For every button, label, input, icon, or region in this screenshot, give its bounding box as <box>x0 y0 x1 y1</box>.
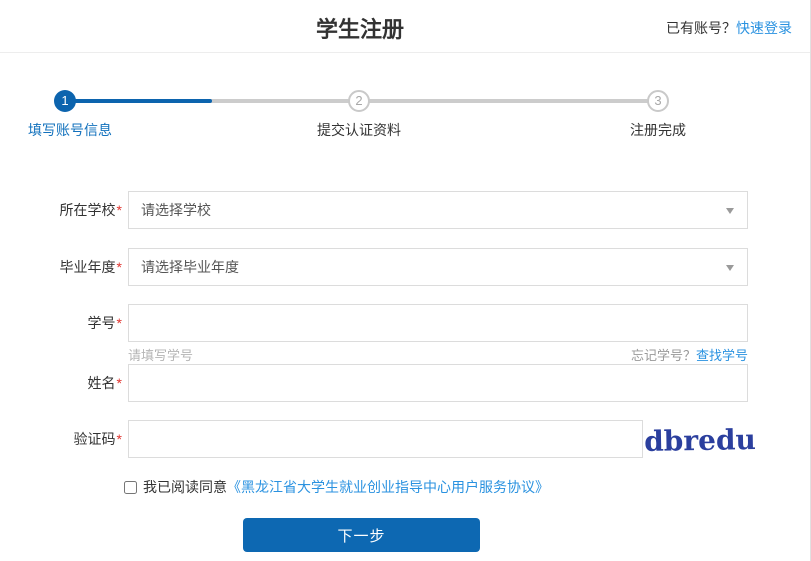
grad-year-select-value: 请选择毕业年度 <box>141 257 239 277</box>
step-circle-1: 1 <box>54 90 76 112</box>
required-asterisk: * <box>117 315 122 331</box>
header-account-hint: 已有账号？快速登录 <box>666 18 792 38</box>
grad-year-select[interactable]: 请选择毕业年度 <box>128 248 748 286</box>
find-student-id-link[interactable]: 查找学号 <box>696 348 748 363</box>
step-label-submit-materials: 提交认证资料 <box>317 120 401 140</box>
required-asterisk: * <box>117 431 122 447</box>
required-asterisk: * <box>117 202 122 218</box>
school-select[interactable]: 请选择学校 <box>128 191 748 229</box>
step-label-fill-account: 填写账号信息 <box>28 120 112 140</box>
required-asterisk: * <box>117 375 122 391</box>
grad-year-row: 毕业年度* 请选择毕业年度 <box>0 248 748 286</box>
student-id-input[interactable] <box>128 304 748 342</box>
student-id-helper-text: 请填写学号 <box>128 345 193 364</box>
captcha-input[interactable] <box>128 420 643 458</box>
agreement-link[interactable]: 《黑龙江省大学生就业创业指导中心用户服务协议》 <box>227 477 549 497</box>
school-select-value: 请选择学校 <box>141 200 211 220</box>
captcha-row: 验证码* <box>0 420 643 458</box>
agreement-prefix-text: 我已阅读同意 <box>143 477 227 497</box>
captcha-image[interactable]: dbredu <box>651 420 750 460</box>
page-title: 学生注册 <box>0 12 720 44</box>
student-id-row: 学号* <box>0 304 748 342</box>
school-row: 所在学校* 请选择学校 <box>0 191 748 229</box>
header: 学生注册 已有账号？快速登录 <box>0 0 810 53</box>
name-label: 姓名* <box>0 373 122 393</box>
step-number-1: 1 <box>61 93 68 108</box>
agreement-row: 我已阅读同意 《黑龙江省大学生就业创业指导中心用户服务协议》 <box>124 477 549 497</box>
school-label: 所在学校* <box>0 200 122 220</box>
step-number-3: 3 <box>654 93 661 108</box>
student-id-helper-row: 请填写学号 忘记学号？查找学号 <box>128 345 748 364</box>
stepper-track-progress <box>65 99 212 103</box>
step-label-complete: 注册完成 <box>630 120 686 140</box>
name-row: 姓名* <box>0 364 748 402</box>
step-circle-2: 2 <box>348 90 370 112</box>
have-account-text: 已有账号？ <box>666 20 736 36</box>
registration-page: 学生注册 已有账号？快速登录 1 2 3 填写账号信息 提交认证资料 注册完成 … <box>0 0 811 561</box>
chevron-down-icon <box>726 208 734 214</box>
student-id-label: 学号* <box>0 313 122 333</box>
next-step-button[interactable]: 下一步 <box>243 518 480 552</box>
name-input[interactable] <box>128 364 748 402</box>
grad-year-label: 毕业年度* <box>0 257 122 277</box>
step-circle-3: 3 <box>647 90 669 112</box>
captcha-label: 验证码* <box>0 429 122 449</box>
required-asterisk: * <box>117 259 122 275</box>
chevron-down-icon <box>726 265 734 271</box>
step-number-2: 2 <box>355 93 362 108</box>
forgot-id-hint: 忘记学号？查找学号 <box>631 345 748 364</box>
quick-login-link[interactable]: 快速登录 <box>736 20 792 36</box>
agreement-checkbox[interactable] <box>124 481 137 494</box>
